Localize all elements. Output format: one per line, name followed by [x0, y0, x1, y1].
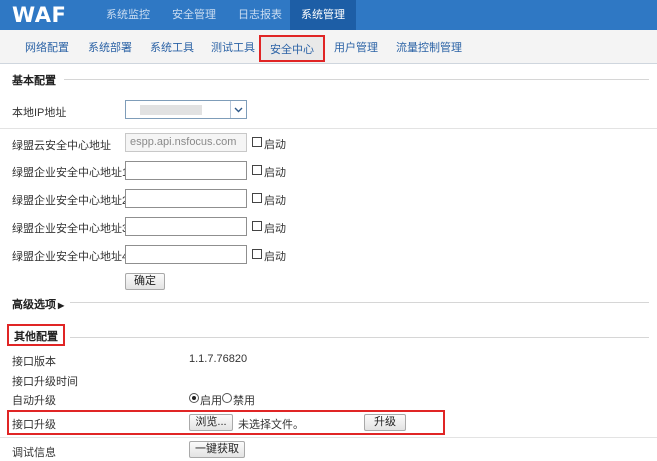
enterprise-center-4-input[interactable]: [125, 245, 247, 264]
app-logo: WAF: [12, 3, 67, 27]
auto-upgrade-disable-radio[interactable]: [222, 393, 232, 403]
enterprise-center-4-enable-label: 启动: [264, 251, 286, 263]
tab-system-tools[interactable]: 系统工具: [150, 40, 194, 56]
triangle-right-icon: ▶: [58, 301, 65, 310]
advanced-options-label: 高级选项: [12, 299, 56, 311]
basic-config-title: 基本配置: [12, 75, 56, 87]
top-nav-system-monitor[interactable]: 系统监控: [95, 0, 161, 30]
cloud-center-input[interactable]: espp.api.nsfocus.com: [125, 133, 247, 152]
enterprise-center-1-input[interactable]: [125, 161, 247, 180]
chevron-down-icon[interactable]: [230, 101, 246, 118]
auto-upgrade-disable-label: 禁用: [233, 395, 255, 407]
upgrade-time-label: 接口升级时间: [12, 376, 78, 388]
advanced-options-toggle[interactable]: 高级选项 ▶: [12, 296, 64, 312]
no-file-selected-text: 未选择文件。: [238, 419, 304, 431]
interface-upgrade-label: 接口升级: [12, 419, 56, 431]
blurred-ip-value: [140, 105, 202, 115]
cloud-center-enable-checkbox[interactable]: [252, 137, 262, 147]
tab-test-tools[interactable]: 测试工具: [211, 40, 255, 56]
enterprise-center-2-input[interactable]: [125, 189, 247, 208]
interface-version-value: 1.1.7.76820: [189, 353, 248, 365]
enterprise-center-2-enable-label: 启动: [264, 195, 286, 207]
enterprise-center-1-enable-checkbox[interactable]: [252, 165, 262, 175]
enterprise-center-3-input[interactable]: [125, 217, 247, 236]
tab-traffic-control[interactable]: 流量控制管理: [396, 40, 462, 56]
enterprise-center-3-enable-checkbox[interactable]: [252, 221, 262, 231]
enterprise-center-4-enable-checkbox[interactable]: [252, 249, 262, 259]
one-click-fetch-button[interactable]: 一键获取: [189, 441, 245, 458]
section-divider: [64, 79, 649, 80]
tab-security-center[interactable]: 安全中心: [259, 35, 325, 62]
cloud-center-label: 绿盟云安全中心地址: [12, 140, 111, 152]
interface-version-label: 接口版本: [12, 356, 56, 368]
browse-button[interactable]: 浏览...: [189, 414, 233, 431]
top-nav-security-management[interactable]: 安全管理: [161, 0, 227, 30]
enterprise-center-4-label: 绿盟企业安全中心地址4: [12, 251, 129, 263]
top-nav-system-management[interactable]: 系统管理: [290, 0, 356, 30]
local-ip-select[interactable]: [125, 100, 247, 119]
tab-system-deployment[interactable]: 系统部署: [88, 40, 132, 56]
upgrade-button[interactable]: 升级: [364, 414, 406, 431]
enterprise-center-1-enable-label: 启动: [264, 167, 286, 179]
enterprise-center-3-enable-label: 启动: [264, 223, 286, 235]
cloud-center-enable-label: 启动: [264, 139, 286, 151]
section-divider: [70, 302, 649, 303]
top-nav-log-report[interactable]: 日志报表: [227, 0, 293, 30]
auto-upgrade-label: 自动升级: [12, 395, 56, 407]
other-config-title: 其他配置: [14, 331, 58, 343]
enterprise-center-2-label: 绿盟企业安全中心地址2: [12, 195, 129, 207]
tab-network-config[interactable]: 网络配置: [25, 40, 69, 56]
auto-upgrade-enable-label: 启用: [200, 395, 222, 407]
row-separator: [0, 128, 657, 129]
enterprise-center-1-label: 绿盟企业安全中心地址1: [12, 167, 129, 179]
local-ip-label: 本地IP地址: [12, 107, 67, 119]
enterprise-center-3-label: 绿盟企业安全中心地址3: [12, 223, 129, 235]
auto-upgrade-enable-radio[interactable]: [189, 393, 199, 403]
enterprise-center-2-enable-checkbox[interactable]: [252, 193, 262, 203]
section-divider: [70, 337, 649, 338]
debug-info-label: 调试信息: [12, 447, 56, 459]
confirm-button[interactable]: 确定: [125, 273, 165, 290]
tab-user-management[interactable]: 用户管理: [334, 40, 378, 56]
row-separator: [0, 437, 657, 438]
